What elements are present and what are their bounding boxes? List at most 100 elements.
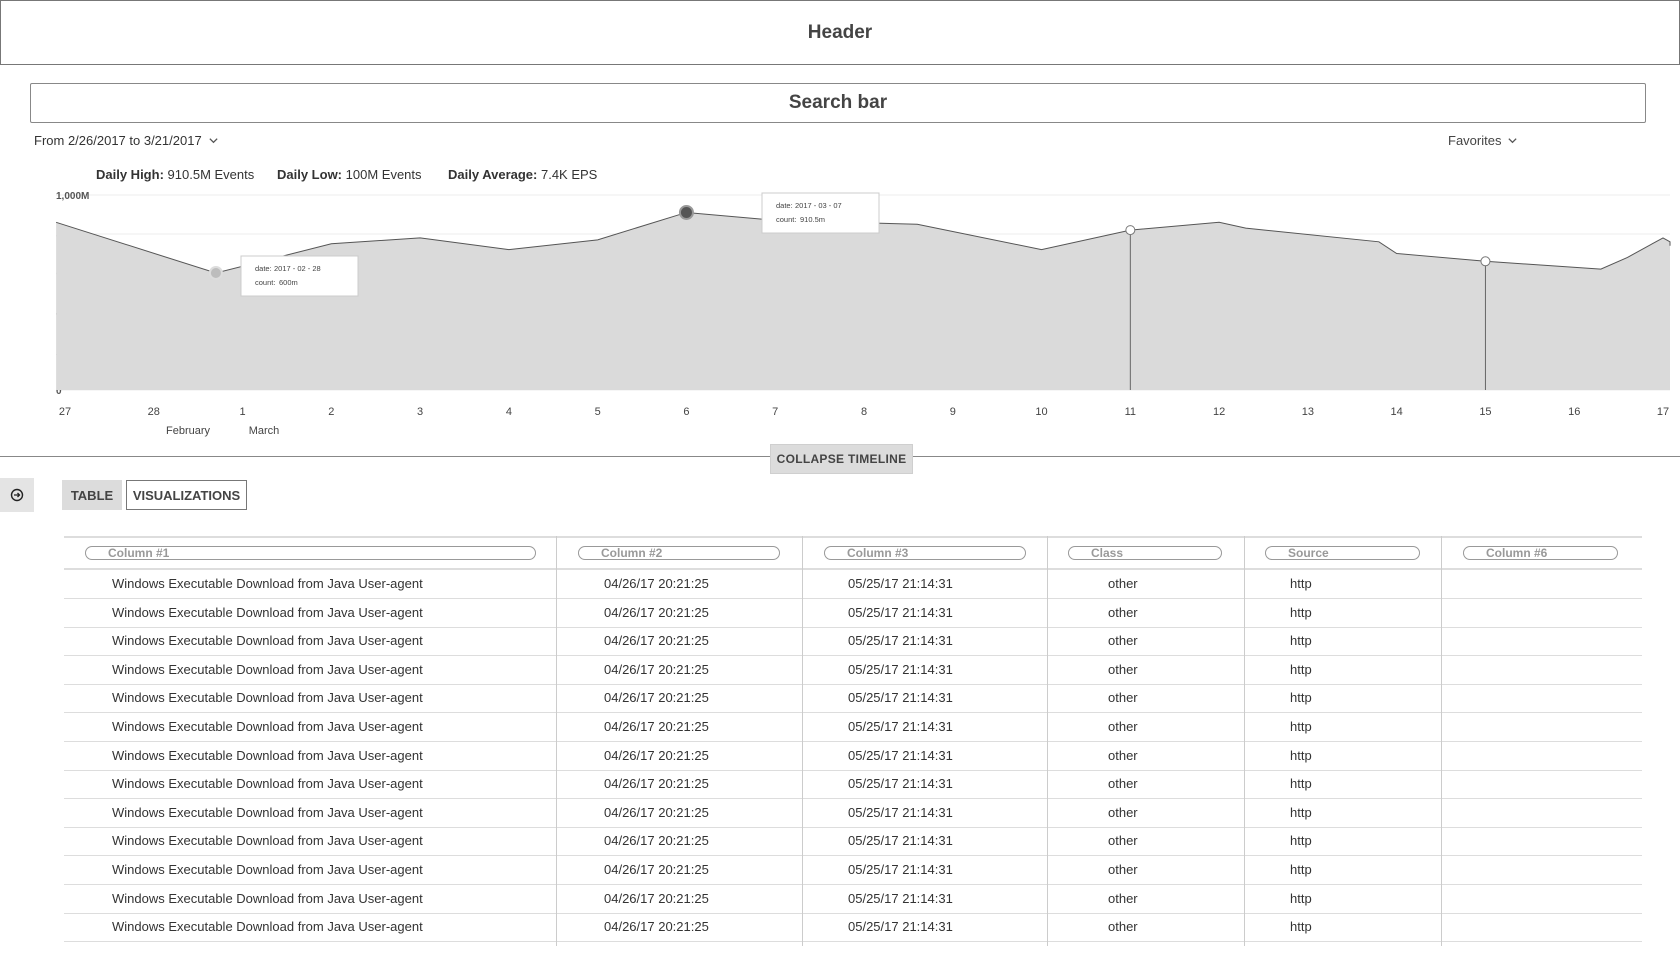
x-tick-label: 9 xyxy=(950,406,956,418)
table-cell: http xyxy=(1290,862,1312,877)
table-row[interactable]: Windows Executable Download from Java Us… xyxy=(64,885,1642,914)
table-cell: other xyxy=(1108,661,1138,677)
table-header: Column #1 Column #2 Column #3 Class Sour… xyxy=(64,536,1642,570)
table-row[interactable]: Windows Executable Download from Java Us… xyxy=(64,570,1642,599)
table-cell: 04/26/17 20:21:25 xyxy=(604,576,709,591)
column-divider xyxy=(556,536,557,946)
x-tick-label: 1 xyxy=(239,406,245,418)
table-row[interactable]: Windows Executable Download from Java Us… xyxy=(64,827,1642,857)
column-header-2[interactable]: Column #2 xyxy=(578,546,780,560)
column-header-1[interactable]: Column #1 xyxy=(85,546,536,560)
table-cell: 05/25/17 21:14:31 xyxy=(848,804,953,820)
table-row[interactable]: Windows Executable Download from Java Us… xyxy=(64,770,1642,800)
column-header-6[interactable]: Column #6 xyxy=(1463,546,1618,560)
table-cell: http xyxy=(1290,919,1312,935)
table-cell: Windows Executable Download from Java Us… xyxy=(112,604,423,620)
collapse-timeline-button[interactable]: COLLAPSE TIMELINE xyxy=(770,444,913,474)
tooltip-date-value: 2017 - 02 - 28 xyxy=(274,264,321,273)
table-cell: 04/26/17 20:21:25 xyxy=(604,862,709,877)
table-row[interactable]: Windows Executable Download from Java Us… xyxy=(64,713,1642,742)
table-cell: http xyxy=(1290,833,1312,849)
table-cell: 04/26/17 20:21:25 xyxy=(604,690,709,706)
x-tick-label: 28 xyxy=(148,406,160,418)
table-cell: 04/26/17 20:21:25 xyxy=(604,804,709,820)
column-header-label: Class xyxy=(1091,546,1124,560)
x-tick-label: 10 xyxy=(1035,406,1047,418)
table-cell: Windows Executable Download from Java Us… xyxy=(112,776,423,792)
collapse-timeline-label: COLLAPSE TIMELINE xyxy=(776,452,907,466)
table-row[interactable]: Windows Executable Download from Java Us… xyxy=(64,913,1642,943)
x-tick-label: 27 xyxy=(59,406,71,418)
table-row[interactable]: Windows Executable Download from Java Us… xyxy=(64,656,1642,685)
search-bar[interactable]: Search bar xyxy=(30,83,1646,123)
table-cell: http xyxy=(1290,661,1312,677)
month-label: March xyxy=(249,425,280,437)
table-cell: 04/26/17 20:21:25 xyxy=(604,747,709,763)
column-divider xyxy=(1047,536,1048,946)
table-row[interactable]: Windows Executable Download from Java Us… xyxy=(64,799,1642,828)
table-cell: other xyxy=(1108,833,1138,849)
x-tick-label: 7 xyxy=(772,406,778,418)
date-range-dropdown[interactable]: From 2/26/2017 to 3/21/2017 xyxy=(34,133,219,148)
table-row[interactable]: Windows Executable Download from Java Us… xyxy=(64,599,1642,628)
month-label: February xyxy=(166,425,211,437)
x-tick-label: 13 xyxy=(1302,406,1314,418)
table-cell: other xyxy=(1108,804,1138,820)
table-cell: 04/26/17 20:21:25 xyxy=(604,719,709,734)
table-cell: other xyxy=(1108,890,1138,906)
table-cell: Windows Executable Download from Java Us… xyxy=(112,804,423,820)
table-cell: Windows Executable Download from Java Us… xyxy=(112,661,423,677)
chevron-down-icon xyxy=(209,138,218,144)
table-cell: 05/25/17 21:14:31 xyxy=(848,747,953,763)
tooltip-box xyxy=(761,192,880,234)
tooltip-count: count: xyxy=(776,215,796,224)
column-header-class[interactable]: Class xyxy=(1068,546,1222,560)
table-cell: 05/25/17 21:14:31 xyxy=(848,633,953,649)
table-cell: Windows Executable Download from Java Us… xyxy=(112,833,423,849)
data-point[interactable] xyxy=(1480,256,1491,267)
tooltip-count-value: 910.5m xyxy=(800,215,825,224)
x-tick-label: 5 xyxy=(595,406,601,418)
table-cell: Windows Executable Download from Java Us… xyxy=(112,862,423,877)
table-row[interactable]: Windows Executable Download from Java Us… xyxy=(64,742,1642,771)
column-divider xyxy=(802,536,803,946)
tab-table[interactable]: TABLE xyxy=(62,480,122,510)
table-cell: http xyxy=(1290,776,1312,792)
table-cell: 05/25/17 21:14:31 xyxy=(848,919,953,935)
favorites-dropdown[interactable]: Favorites xyxy=(1448,133,1518,148)
tooltip-count-value: 600m xyxy=(279,278,298,287)
x-tick-label: 17 xyxy=(1657,406,1669,418)
tooltip-date: date: xyxy=(776,201,793,210)
data-point[interactable] xyxy=(1125,225,1136,236)
x-tick-label: 6 xyxy=(683,406,689,418)
table-cell: http xyxy=(1290,804,1312,820)
tab-visualizations[interactable]: VISUALIZATIONS xyxy=(126,480,247,510)
tab-label: VISUALIZATIONS xyxy=(132,487,241,503)
data-point-highlight[interactable] xyxy=(678,204,694,220)
table-row[interactable]: Windows Executable Download from Java Us… xyxy=(64,684,1642,714)
x-tick-label: 2 xyxy=(328,406,334,418)
column-header-3[interactable]: Column #3 xyxy=(824,546,1026,560)
table-row[interactable]: Windows Executable Download from Java Us… xyxy=(64,856,1642,885)
table-cell: 04/26/17 20:21:25 xyxy=(604,919,709,935)
column-header-source[interactable]: Source xyxy=(1265,546,1420,560)
data-point-highlight[interactable] xyxy=(208,266,223,280)
x-tick-label: 3 xyxy=(417,406,423,418)
tooltip-box xyxy=(240,255,359,297)
table-cell: http xyxy=(1290,690,1312,706)
side-panel-toggle[interactable] xyxy=(0,478,34,512)
table-cell: http xyxy=(1290,719,1312,734)
x-tick-label: 14 xyxy=(1391,406,1403,418)
tooltip-date-value: 2017 - 03 - 07 xyxy=(795,201,842,210)
table-cell: other xyxy=(1108,604,1138,620)
timeline-chart[interactable]: 0200M400M600M800M1,000Mdate:2017 - 02 - … xyxy=(0,180,1680,440)
table-cell: other xyxy=(1108,747,1138,763)
column-header-label: Column #2 xyxy=(601,546,663,560)
table-cell: other xyxy=(1108,776,1138,792)
table-row[interactable]: Windows Executable Download from Java Us… xyxy=(64,627,1642,657)
column-header-label: Column #3 xyxy=(847,546,909,560)
area-series xyxy=(56,212,1671,390)
table-cell: Windows Executable Download from Java Us… xyxy=(112,690,423,706)
table-cell: Windows Executable Download from Java Us… xyxy=(112,719,423,734)
table-cell: http xyxy=(1290,633,1312,649)
